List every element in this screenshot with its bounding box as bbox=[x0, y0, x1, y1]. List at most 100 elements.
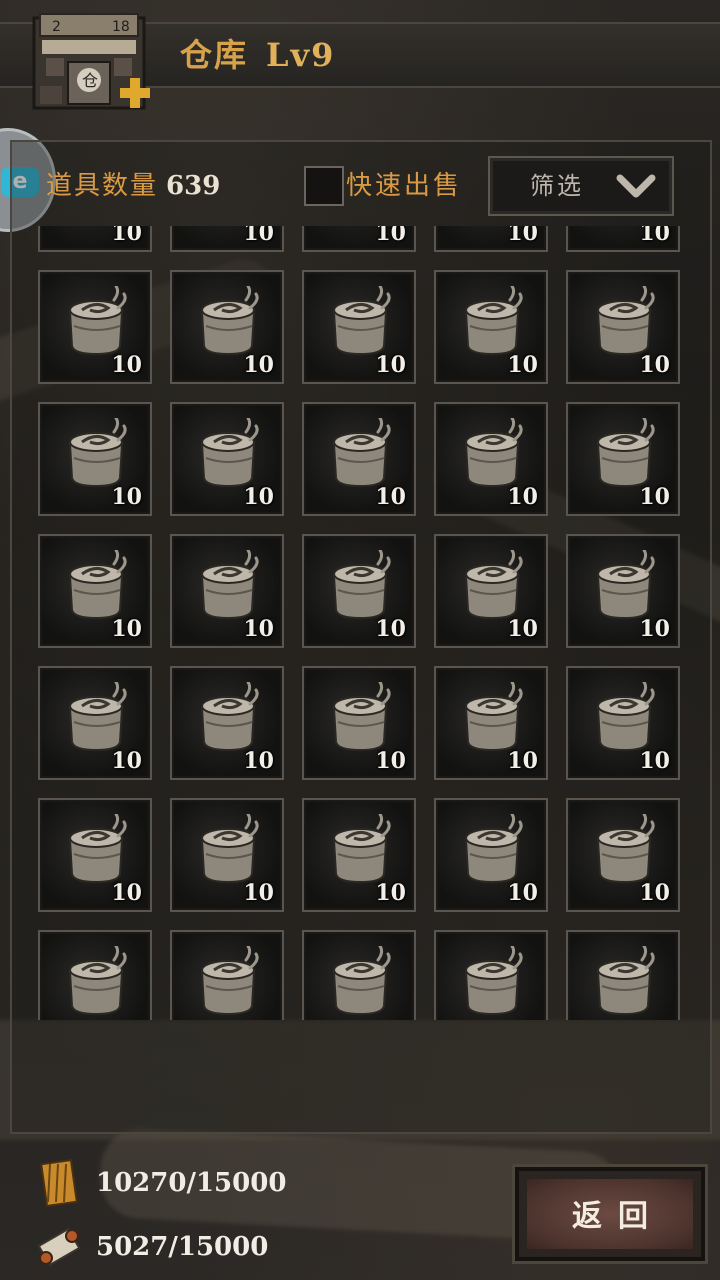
inventory-grid: 10 10 10 10 10 10 10 10 10 10 10 10 10 10 10 10 10 10 10 10… bbox=[38, 226, 680, 1020]
inventory-slot[interactable]: 10 bbox=[566, 666, 680, 780]
rope-spool-icon bbox=[596, 550, 655, 620]
rope-spool-icon bbox=[596, 814, 655, 884]
inventory-slot[interactable]: 10 bbox=[434, 270, 548, 384]
warehouse-screen: 2 18 仓 仓库 Lv9 e 道具数量 639 快速出售 筛选 10 10 10 10 1… bbox=[0, 0, 720, 1280]
rope-spool-icon bbox=[200, 814, 259, 884]
slot-quantity: 10 bbox=[639, 352, 670, 378]
inventory-slot[interactable]: 10 bbox=[566, 270, 680, 384]
slot-quantity: 10 bbox=[111, 484, 142, 510]
rope-spool-icon bbox=[464, 418, 523, 488]
rope-spool-icon bbox=[332, 814, 391, 884]
bamboo-scroll-icon bbox=[40, 1158, 78, 1208]
inventory-slot[interactable]: 10 bbox=[302, 402, 416, 516]
inventory-slot[interactable]: 10 bbox=[302, 270, 416, 384]
slot-quantity: 10 bbox=[111, 616, 142, 642]
svg-text:18: 18 bbox=[112, 19, 130, 35]
inventory-slot[interactable] bbox=[434, 930, 548, 1020]
inventory-slot[interactable]: 10 bbox=[302, 666, 416, 780]
rope-spool-icon bbox=[332, 946, 391, 1016]
inventory-slot[interactable] bbox=[170, 930, 284, 1020]
inventory-slot[interactable]: 10 bbox=[302, 798, 416, 912]
slot-quantity: 10 bbox=[639, 226, 670, 246]
slot-quantity: 10 bbox=[375, 880, 406, 906]
inventory-slot[interactable]: 10 bbox=[302, 226, 416, 252]
quick-sell-label[interactable]: 快速出售 bbox=[346, 166, 462, 206]
filter-dropdown[interactable]: 筛选 bbox=[488, 156, 674, 216]
inventory-slot[interactable]: 10 bbox=[170, 270, 284, 384]
bamboo-resource-value: 10270/15000 bbox=[96, 1168, 287, 1198]
slot-quantity: 10 bbox=[243, 352, 274, 378]
inventory-slot[interactable]: 10 bbox=[434, 666, 548, 780]
inventory-slot[interactable]: 10 bbox=[434, 798, 548, 912]
rope-spool-icon bbox=[464, 682, 523, 752]
rope-spool-icon bbox=[596, 286, 655, 356]
inventory-slot[interactable]: 10 bbox=[170, 666, 284, 780]
inventory-slot[interactable]: 10 bbox=[434, 534, 548, 648]
item-count-value: 639 bbox=[166, 171, 221, 201]
inventory-grid-viewport[interactable]: 10 10 10 10 10 10 10 10 10 10 10 10 10 10 10 10 10 10 10 10… bbox=[24, 226, 696, 1020]
rope-spool-icon bbox=[200, 946, 259, 1016]
inventory-slot[interactable]: 10 bbox=[170, 534, 284, 648]
inventory-slot[interactable]: 10 bbox=[38, 798, 152, 912]
slot-quantity: 10 bbox=[507, 880, 538, 906]
slot-quantity: 10 bbox=[507, 748, 538, 774]
rope-spool-icon bbox=[596, 682, 655, 752]
slot-quantity: 10 bbox=[639, 484, 670, 510]
quick-sell-checkbox[interactable] bbox=[304, 166, 344, 206]
plus-icon[interactable] bbox=[118, 76, 152, 110]
slot-quantity: 10 bbox=[639, 880, 670, 906]
rope-spool-icon bbox=[200, 550, 259, 620]
slot-quantity: 10 bbox=[111, 226, 142, 246]
paper-resource-value: 5027/15000 bbox=[96, 1232, 269, 1262]
slot-quantity: 10 bbox=[375, 226, 406, 246]
page-title: 仓库 Lv9 bbox=[180, 32, 335, 78]
inventory-slot[interactable] bbox=[566, 930, 680, 1020]
inventory-slot[interactable]: 10 bbox=[38, 402, 152, 516]
warehouse-title: 仓库 bbox=[180, 36, 249, 74]
rope-spool-icon bbox=[596, 418, 655, 488]
inventory-slot[interactable]: 10 bbox=[434, 226, 548, 252]
back-button[interactable]: 返回 bbox=[512, 1164, 708, 1264]
inventory-slot[interactable]: 10 bbox=[566, 534, 680, 648]
paper-scroll-icon bbox=[37, 1227, 81, 1267]
inventory-slot[interactable]: 10 bbox=[302, 534, 416, 648]
rope-spool-icon bbox=[68, 418, 127, 488]
chevron-down-icon bbox=[616, 174, 656, 198]
inventory-slot[interactable]: 10 bbox=[38, 270, 152, 384]
inventory-slot[interactable] bbox=[38, 930, 152, 1020]
inventory-slot[interactable]: 10 bbox=[38, 534, 152, 648]
filter-label: 筛选 bbox=[530, 172, 584, 200]
slot-quantity: 10 bbox=[243, 748, 274, 774]
slot-quantity: 10 bbox=[639, 616, 670, 642]
rope-spool-icon bbox=[464, 550, 523, 620]
rope-spool-icon bbox=[68, 682, 127, 752]
slot-quantity: 10 bbox=[507, 484, 538, 510]
inventory-slot[interactable] bbox=[302, 930, 416, 1020]
rope-spool-icon bbox=[332, 286, 391, 356]
rope-spool-icon bbox=[596, 946, 655, 1016]
rope-spool-icon bbox=[68, 550, 127, 620]
rope-spool-icon bbox=[332, 550, 391, 620]
rope-spool-icon bbox=[464, 946, 523, 1016]
slot-quantity: 10 bbox=[111, 352, 142, 378]
rope-spool-icon bbox=[332, 682, 391, 752]
back-button-label: 返回 bbox=[572, 1199, 664, 1234]
item-count: 道具数量 639 bbox=[46, 166, 220, 206]
inventory-slot[interactable]: 10 bbox=[38, 666, 152, 780]
inventory-slot[interactable]: 10 bbox=[170, 798, 284, 912]
warehouse-level: Lv9 bbox=[266, 36, 336, 74]
inventory-slot[interactable]: 10 bbox=[170, 402, 284, 516]
inventory-slot[interactable]: 10 bbox=[566, 226, 680, 252]
slot-quantity: 10 bbox=[375, 616, 406, 642]
slot-quantity: 10 bbox=[639, 748, 670, 774]
inventory-slot[interactable]: 10 bbox=[566, 402, 680, 516]
rope-spool-icon bbox=[200, 682, 259, 752]
inventory-slot[interactable]: 10 bbox=[566, 798, 680, 912]
slot-quantity: 10 bbox=[507, 352, 538, 378]
inventory-slot[interactable]: 10 bbox=[434, 402, 548, 516]
inventory-slot[interactable]: 10 bbox=[170, 226, 284, 252]
slot-quantity: 10 bbox=[375, 748, 406, 774]
slot-quantity: 10 bbox=[507, 226, 538, 246]
slot-quantity: 10 bbox=[375, 352, 406, 378]
inventory-slot[interactable]: 10 bbox=[38, 226, 152, 252]
